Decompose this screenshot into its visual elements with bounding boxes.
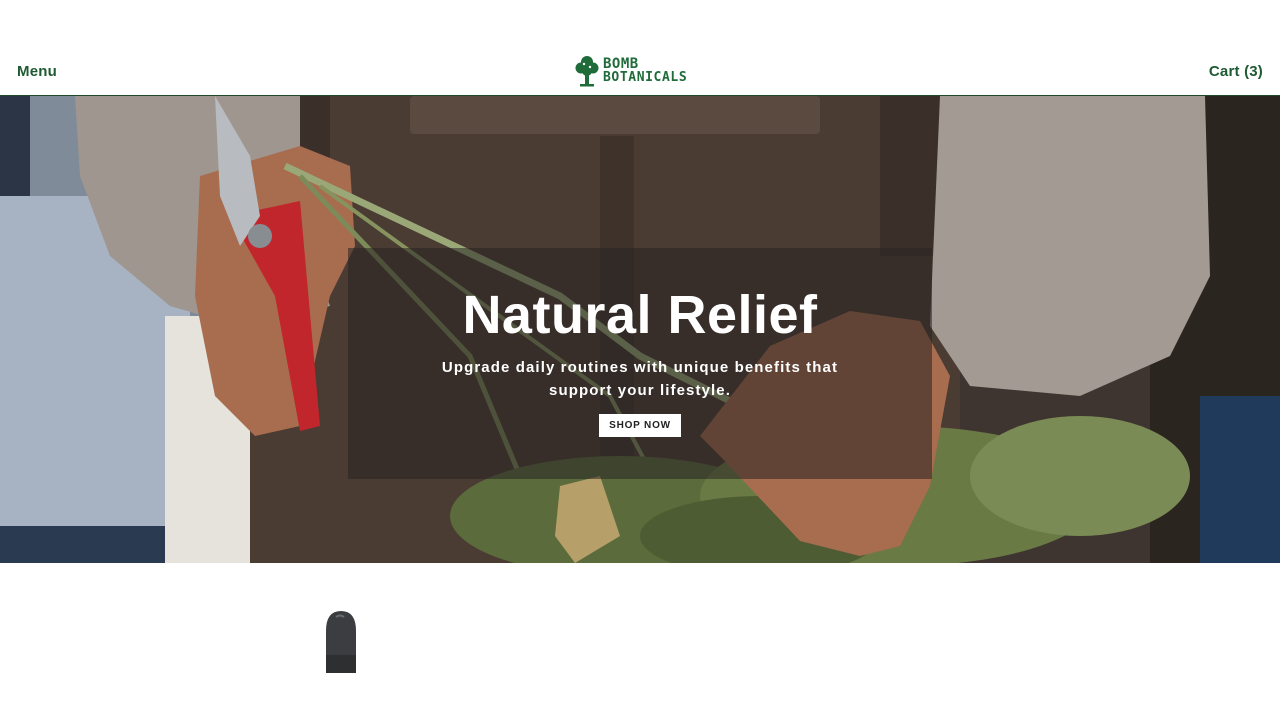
logo-line-2: BOTANICALS (603, 70, 688, 85)
hero-subtitle: Upgrade daily routines with unique benef… (441, 359, 839, 399)
logo-wordmark: BOMB BOTANICALS (603, 57, 688, 85)
hero-title: Natural Relief (462, 285, 818, 345)
hero-banner: Natural Relief Upgrade daily routines wi… (0, 96, 1280, 563)
site-header: Menu BOMB BOTANICALS Cart (3) (0, 48, 1280, 96)
cart-button[interactable]: Cart (3) (1209, 63, 1263, 80)
tree-logo-icon (575, 56, 599, 87)
menu-button[interactable]: Menu (17, 63, 57, 80)
brand-logo[interactable]: BOMB BOTANICALS (575, 55, 705, 87)
dropper-bottle-icon (326, 611, 356, 673)
shop-now-button[interactable]: SHOP NOW (599, 414, 681, 437)
